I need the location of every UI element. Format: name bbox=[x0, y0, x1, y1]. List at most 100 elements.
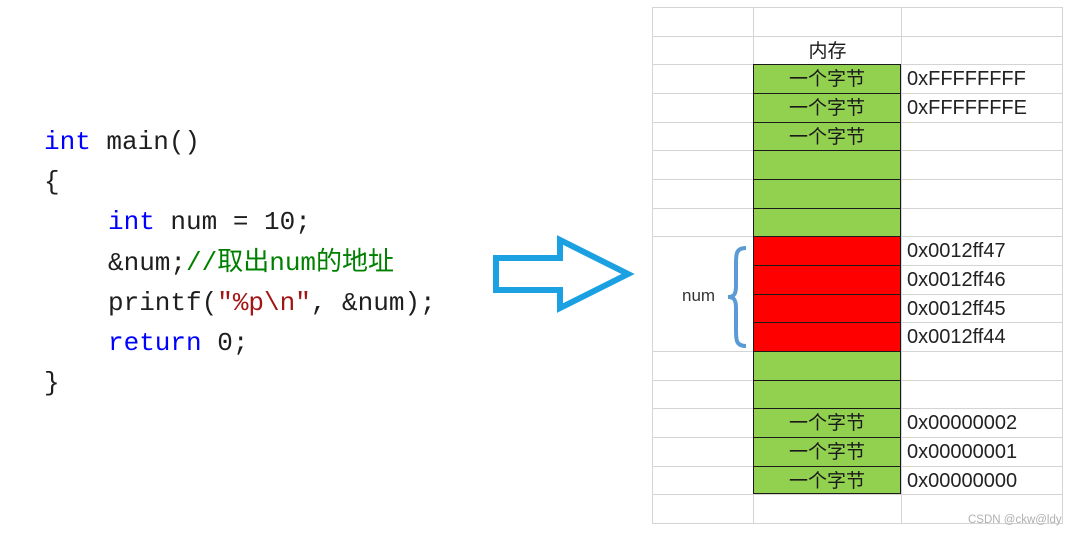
num-variable-label: num bbox=[682, 286, 716, 305]
memory-row bbox=[652, 379, 1063, 409]
code-line: &num;//取出num的地址 bbox=[44, 243, 436, 283]
memory-row: 0x0012ff44 bbox=[652, 322, 1063, 351]
address-value: 0x0012ff44 bbox=[907, 326, 1006, 349]
memory-byte-cell: 一个字节 bbox=[753, 465, 901, 495]
code-comment: //取出num的地址 bbox=[186, 247, 395, 278]
code-text: { bbox=[44, 167, 60, 198]
address-cell: 0x00000000 bbox=[901, 465, 1063, 495]
row-side-cell bbox=[652, 35, 753, 65]
memory-row: 一个字节 0x00000001 bbox=[652, 437, 1063, 466]
row-side-cell bbox=[652, 207, 753, 237]
memory-title-cell: 内存 bbox=[753, 35, 901, 65]
empty-cell bbox=[753, 7, 901, 36]
num-byte-cell bbox=[753, 322, 901, 351]
code-line: printf("%p\n", &num); bbox=[44, 283, 436, 323]
right-arrow-icon bbox=[493, 235, 635, 313]
memory-row: 一个字节 0xFFFFFFFE bbox=[652, 93, 1063, 122]
byte-label: 一个字节 bbox=[788, 469, 865, 492]
code-line: int num = 10; bbox=[44, 202, 436, 242]
memory-byte-cell bbox=[753, 207, 901, 237]
code-keyword: int bbox=[44, 127, 91, 157]
memory-title: 内存 bbox=[808, 39, 847, 62]
code-text: num = 10; bbox=[154, 207, 311, 238]
memory-row: 0x0012ff47 bbox=[652, 236, 1063, 265]
address-cell: 0x00000002 bbox=[901, 408, 1063, 437]
address-cell: 0x00000001 bbox=[901, 437, 1063, 466]
empty-cell bbox=[753, 494, 901, 523]
code-keyword: return bbox=[108, 327, 202, 358]
address-cell: 0x0012ff47 bbox=[901, 236, 1063, 265]
address-cell bbox=[901, 379, 1063, 409]
byte-label: 一个字节 bbox=[788, 441, 865, 463]
memory-byte-cell bbox=[753, 379, 901, 409]
memory-byte-cell: 一个字节 bbox=[753, 437, 901, 466]
code-text: } bbox=[44, 368, 60, 399]
byte-label: 一个字节 bbox=[788, 412, 865, 435]
address-value: 0x00000002 bbox=[907, 412, 1018, 435]
address-cell: 0xFFFFFFFF bbox=[901, 64, 1063, 93]
address-cell: 0x0012ff45 bbox=[901, 293, 1063, 323]
code-block: int main(){int num = 10; &num;//取出num的地址 p… bbox=[44, 122, 436, 403]
byte-label: 一个字节 bbox=[788, 125, 865, 148]
row-side-cell bbox=[652, 465, 753, 495]
code-line: return 0; bbox=[44, 323, 436, 363]
row-side-cell bbox=[652, 93, 753, 122]
address-value: 0xFFFFFFFE bbox=[907, 97, 1027, 119]
row-side-cell bbox=[652, 351, 753, 380]
num-byte-cell bbox=[753, 293, 901, 323]
memory-row bbox=[652, 351, 1063, 380]
memory-row bbox=[652, 7, 1063, 36]
address-cell bbox=[901, 35, 1063, 65]
memory-row bbox=[652, 207, 1063, 237]
address-value: 0x0012ff46 bbox=[907, 269, 1006, 291]
memory-row: 一个字节 0x00000000 bbox=[652, 465, 1063, 495]
memory-byte-cell bbox=[753, 351, 901, 380]
code-line: { bbox=[44, 162, 436, 202]
memory-byte-cell bbox=[753, 150, 901, 179]
row-side-cell bbox=[652, 408, 753, 437]
code-line: } bbox=[44, 363, 436, 403]
row-side-cell bbox=[652, 150, 753, 179]
curly-brace-icon bbox=[727, 246, 747, 348]
memory-row: 一个字节 0xFFFFFFFF bbox=[652, 64, 1063, 93]
address-value: 0x0012ff45 bbox=[907, 297, 1006, 320]
row-side-cell bbox=[652, 64, 753, 93]
memory-header-row: 内存 bbox=[652, 35, 1063, 65]
address-value: 0xFFFFFFFF bbox=[907, 68, 1026, 91]
row-side-cell bbox=[652, 121, 753, 151]
address-cell: 0x0012ff44 bbox=[901, 322, 1063, 351]
row-side-cell bbox=[652, 379, 753, 409]
code-text: 0; bbox=[201, 327, 249, 358]
row-side-cell bbox=[652, 494, 753, 523]
code-text: printf( bbox=[108, 287, 218, 318]
memory-row: 一个字节 0x00000002 bbox=[652, 408, 1063, 437]
address-value: 0x0012ff47 bbox=[907, 240, 1006, 263]
memory-byte-cell: 一个字节 bbox=[753, 64, 901, 93]
num-byte-cell bbox=[753, 236, 901, 265]
address-value: 0x00000000 bbox=[907, 469, 1018, 492]
address-cell bbox=[901, 351, 1063, 380]
code-line: int main() bbox=[44, 122, 436, 162]
address-cell bbox=[901, 121, 1063, 151]
byte-label: 一个字节 bbox=[788, 68, 865, 91]
code-keyword: int bbox=[108, 207, 155, 238]
address-cell: 0xFFFFFFFE bbox=[901, 93, 1063, 122]
memory-byte-cell: 一个字节 bbox=[753, 121, 901, 151]
num-byte-cell bbox=[753, 265, 901, 294]
memory-row bbox=[652, 179, 1063, 208]
memory-byte-cell: 一个字节 bbox=[753, 93, 901, 122]
row-side-cell bbox=[652, 7, 753, 36]
code-string: "%p\n" bbox=[217, 287, 311, 318]
code-text: , &num); bbox=[310, 287, 436, 318]
memory-row: 一个字节 bbox=[652, 121, 1063, 151]
address-cell bbox=[901, 7, 1063, 36]
row-side-cell bbox=[652, 437, 753, 466]
byte-label: 一个字节 bbox=[788, 97, 865, 119]
address-cell bbox=[901, 150, 1063, 179]
code-text: main() bbox=[90, 127, 201, 157]
memory-grid: 内存一个字节 0xFFFFFFFF 一个字节 0xFFFFFFFE 一个字节 0x0012… bbox=[652, 7, 1063, 524]
address-cell: 0x0012ff46 bbox=[901, 265, 1063, 294]
row-side-cell bbox=[652, 179, 753, 208]
address-cell bbox=[901, 207, 1063, 237]
memory-byte-cell: 一个字节 bbox=[753, 408, 901, 437]
